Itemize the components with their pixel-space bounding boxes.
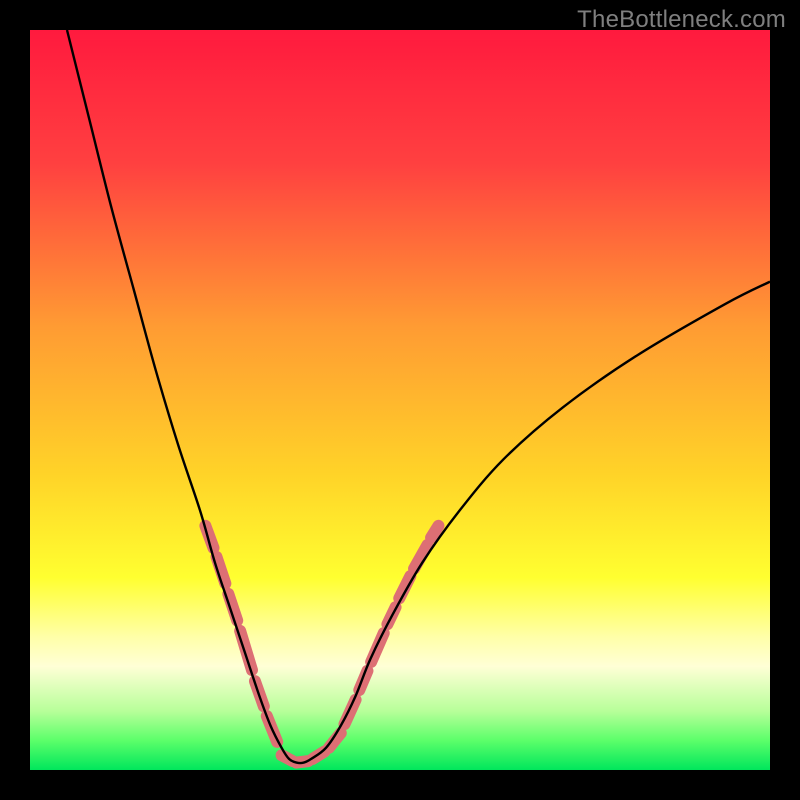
watermark-text: TheBottleneck.com <box>577 6 786 34</box>
plot-area <box>30 30 770 770</box>
chart-frame: TheBottleneck.com <box>0 0 800 800</box>
gradient-background <box>30 30 770 770</box>
